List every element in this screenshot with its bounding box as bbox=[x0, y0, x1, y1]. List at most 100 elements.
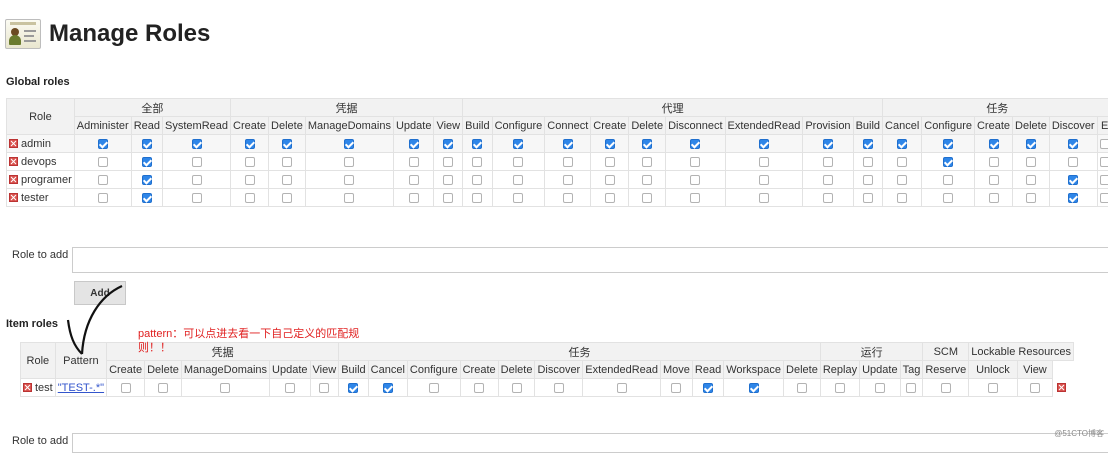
permission-checkbox[interactable] bbox=[282, 139, 292, 149]
permission-checkbox[interactable] bbox=[443, 139, 453, 149]
permission-checkbox[interactable] bbox=[605, 175, 615, 185]
permission-checkbox[interactable] bbox=[617, 383, 627, 393]
permission-checkbox[interactable] bbox=[245, 193, 255, 203]
permission-checkbox[interactable] bbox=[897, 175, 907, 185]
permission-checkbox[interactable] bbox=[443, 175, 453, 185]
delete-role-icon[interactable] bbox=[9, 193, 18, 202]
permission-checkbox[interactable] bbox=[563, 157, 573, 167]
permission-checkbox[interactable] bbox=[348, 383, 358, 393]
permission-checkbox[interactable] bbox=[98, 157, 108, 167]
permission-checkbox[interactable] bbox=[823, 175, 833, 185]
permission-checkbox[interactable] bbox=[472, 139, 482, 149]
permission-checkbox[interactable] bbox=[605, 193, 615, 203]
permission-checkbox[interactable] bbox=[690, 157, 700, 167]
permission-checkbox[interactable] bbox=[759, 193, 769, 203]
permission-checkbox[interactable] bbox=[513, 175, 523, 185]
permission-checkbox[interactable] bbox=[563, 139, 573, 149]
permission-checkbox[interactable] bbox=[690, 193, 700, 203]
permission-checkbox[interactable] bbox=[759, 175, 769, 185]
permission-checkbox[interactable] bbox=[642, 157, 652, 167]
permission-checkbox[interactable] bbox=[703, 383, 713, 393]
permission-checkbox[interactable] bbox=[759, 139, 769, 149]
permission-checkbox[interactable] bbox=[344, 139, 354, 149]
permission-checkbox[interactable] bbox=[282, 175, 292, 185]
permission-checkbox[interactable] bbox=[472, 175, 482, 185]
permission-checkbox[interactable] bbox=[989, 157, 999, 167]
permission-checkbox[interactable] bbox=[671, 383, 681, 393]
permission-checkbox[interactable] bbox=[690, 139, 700, 149]
permission-checkbox[interactable] bbox=[1026, 193, 1036, 203]
permission-checkbox[interactable] bbox=[142, 139, 152, 149]
permission-checkbox[interactable] bbox=[474, 383, 484, 393]
permission-checkbox[interactable] bbox=[142, 175, 152, 185]
permission-checkbox[interactable] bbox=[512, 383, 522, 393]
permission-checkbox[interactable] bbox=[989, 175, 999, 185]
permission-checkbox[interactable] bbox=[906, 383, 916, 393]
permission-checkbox[interactable] bbox=[563, 193, 573, 203]
permission-checkbox[interactable] bbox=[642, 139, 652, 149]
permission-checkbox[interactable] bbox=[1026, 157, 1036, 167]
permission-checkbox[interactable] bbox=[472, 193, 482, 203]
permission-checkbox[interactable] bbox=[245, 175, 255, 185]
permission-checkbox[interactable] bbox=[344, 175, 354, 185]
permission-checkbox[interactable] bbox=[989, 193, 999, 203]
permission-checkbox[interactable] bbox=[863, 175, 873, 185]
permission-checkbox[interactable] bbox=[897, 139, 907, 149]
permission-checkbox[interactable] bbox=[941, 383, 951, 393]
permission-checkbox[interactable] bbox=[220, 383, 230, 393]
permission-checkbox[interactable] bbox=[1030, 383, 1040, 393]
item-pattern-link[interactable]: "TEST-.*" bbox=[58, 382, 104, 394]
permission-checkbox[interactable] bbox=[943, 193, 953, 203]
permission-checkbox[interactable] bbox=[605, 139, 615, 149]
permission-checkbox[interactable] bbox=[988, 383, 998, 393]
permission-checkbox[interactable] bbox=[142, 157, 152, 167]
permission-checkbox[interactable] bbox=[192, 157, 202, 167]
permission-checkbox[interactable] bbox=[1026, 175, 1036, 185]
permission-checkbox[interactable] bbox=[943, 157, 953, 167]
permission-checkbox[interactable] bbox=[1068, 139, 1078, 149]
permission-checkbox[interactable] bbox=[192, 139, 202, 149]
permission-checkbox[interactable] bbox=[443, 193, 453, 203]
permission-checkbox[interactable] bbox=[1100, 157, 1108, 167]
permission-checkbox[interactable] bbox=[158, 383, 168, 393]
delete-role-icon[interactable] bbox=[9, 157, 18, 166]
permission-checkbox[interactable] bbox=[282, 157, 292, 167]
permission-checkbox[interactable] bbox=[989, 139, 999, 149]
permission-checkbox[interactable] bbox=[554, 383, 564, 393]
permission-checkbox[interactable] bbox=[513, 193, 523, 203]
permission-checkbox[interactable] bbox=[1100, 175, 1108, 185]
permission-checkbox[interactable] bbox=[797, 383, 807, 393]
permission-checkbox[interactable] bbox=[472, 157, 482, 167]
permission-checkbox[interactable] bbox=[875, 383, 885, 393]
permission-checkbox[interactable] bbox=[245, 139, 255, 149]
permission-checkbox[interactable] bbox=[98, 175, 108, 185]
delete-role-icon[interactable] bbox=[9, 175, 18, 184]
permission-checkbox[interactable] bbox=[823, 157, 833, 167]
permission-checkbox[interactable] bbox=[282, 193, 292, 203]
item-role-to-add-input[interactable] bbox=[72, 433, 1108, 453]
permission-checkbox[interactable] bbox=[1068, 193, 1078, 203]
permission-checkbox[interactable] bbox=[1026, 139, 1036, 149]
permission-checkbox[interactable] bbox=[344, 193, 354, 203]
permission-checkbox[interactable] bbox=[605, 157, 615, 167]
permission-checkbox[interactable] bbox=[943, 175, 953, 185]
permission-checkbox[interactable] bbox=[319, 383, 329, 393]
permission-checkbox[interactable] bbox=[383, 383, 393, 393]
permission-checkbox[interactable] bbox=[835, 383, 845, 393]
delete-role-icon[interactable] bbox=[23, 383, 32, 392]
permission-checkbox[interactable] bbox=[409, 157, 419, 167]
permission-checkbox[interactable] bbox=[897, 157, 907, 167]
permission-checkbox[interactable] bbox=[409, 139, 419, 149]
permission-checkbox[interactable] bbox=[285, 383, 295, 393]
permission-checkbox[interactable] bbox=[98, 139, 108, 149]
permission-checkbox[interactable] bbox=[863, 139, 873, 149]
permission-checkbox[interactable] bbox=[1068, 175, 1078, 185]
permission-checkbox[interactable] bbox=[749, 383, 759, 393]
permission-checkbox[interactable] bbox=[823, 139, 833, 149]
permission-checkbox[interactable] bbox=[245, 157, 255, 167]
global-role-to-add-input[interactable] bbox=[72, 247, 1108, 273]
permission-checkbox[interactable] bbox=[192, 175, 202, 185]
permission-checkbox[interactable] bbox=[863, 157, 873, 167]
permission-checkbox[interactable] bbox=[1068, 157, 1078, 167]
permission-checkbox[interactable] bbox=[759, 157, 769, 167]
